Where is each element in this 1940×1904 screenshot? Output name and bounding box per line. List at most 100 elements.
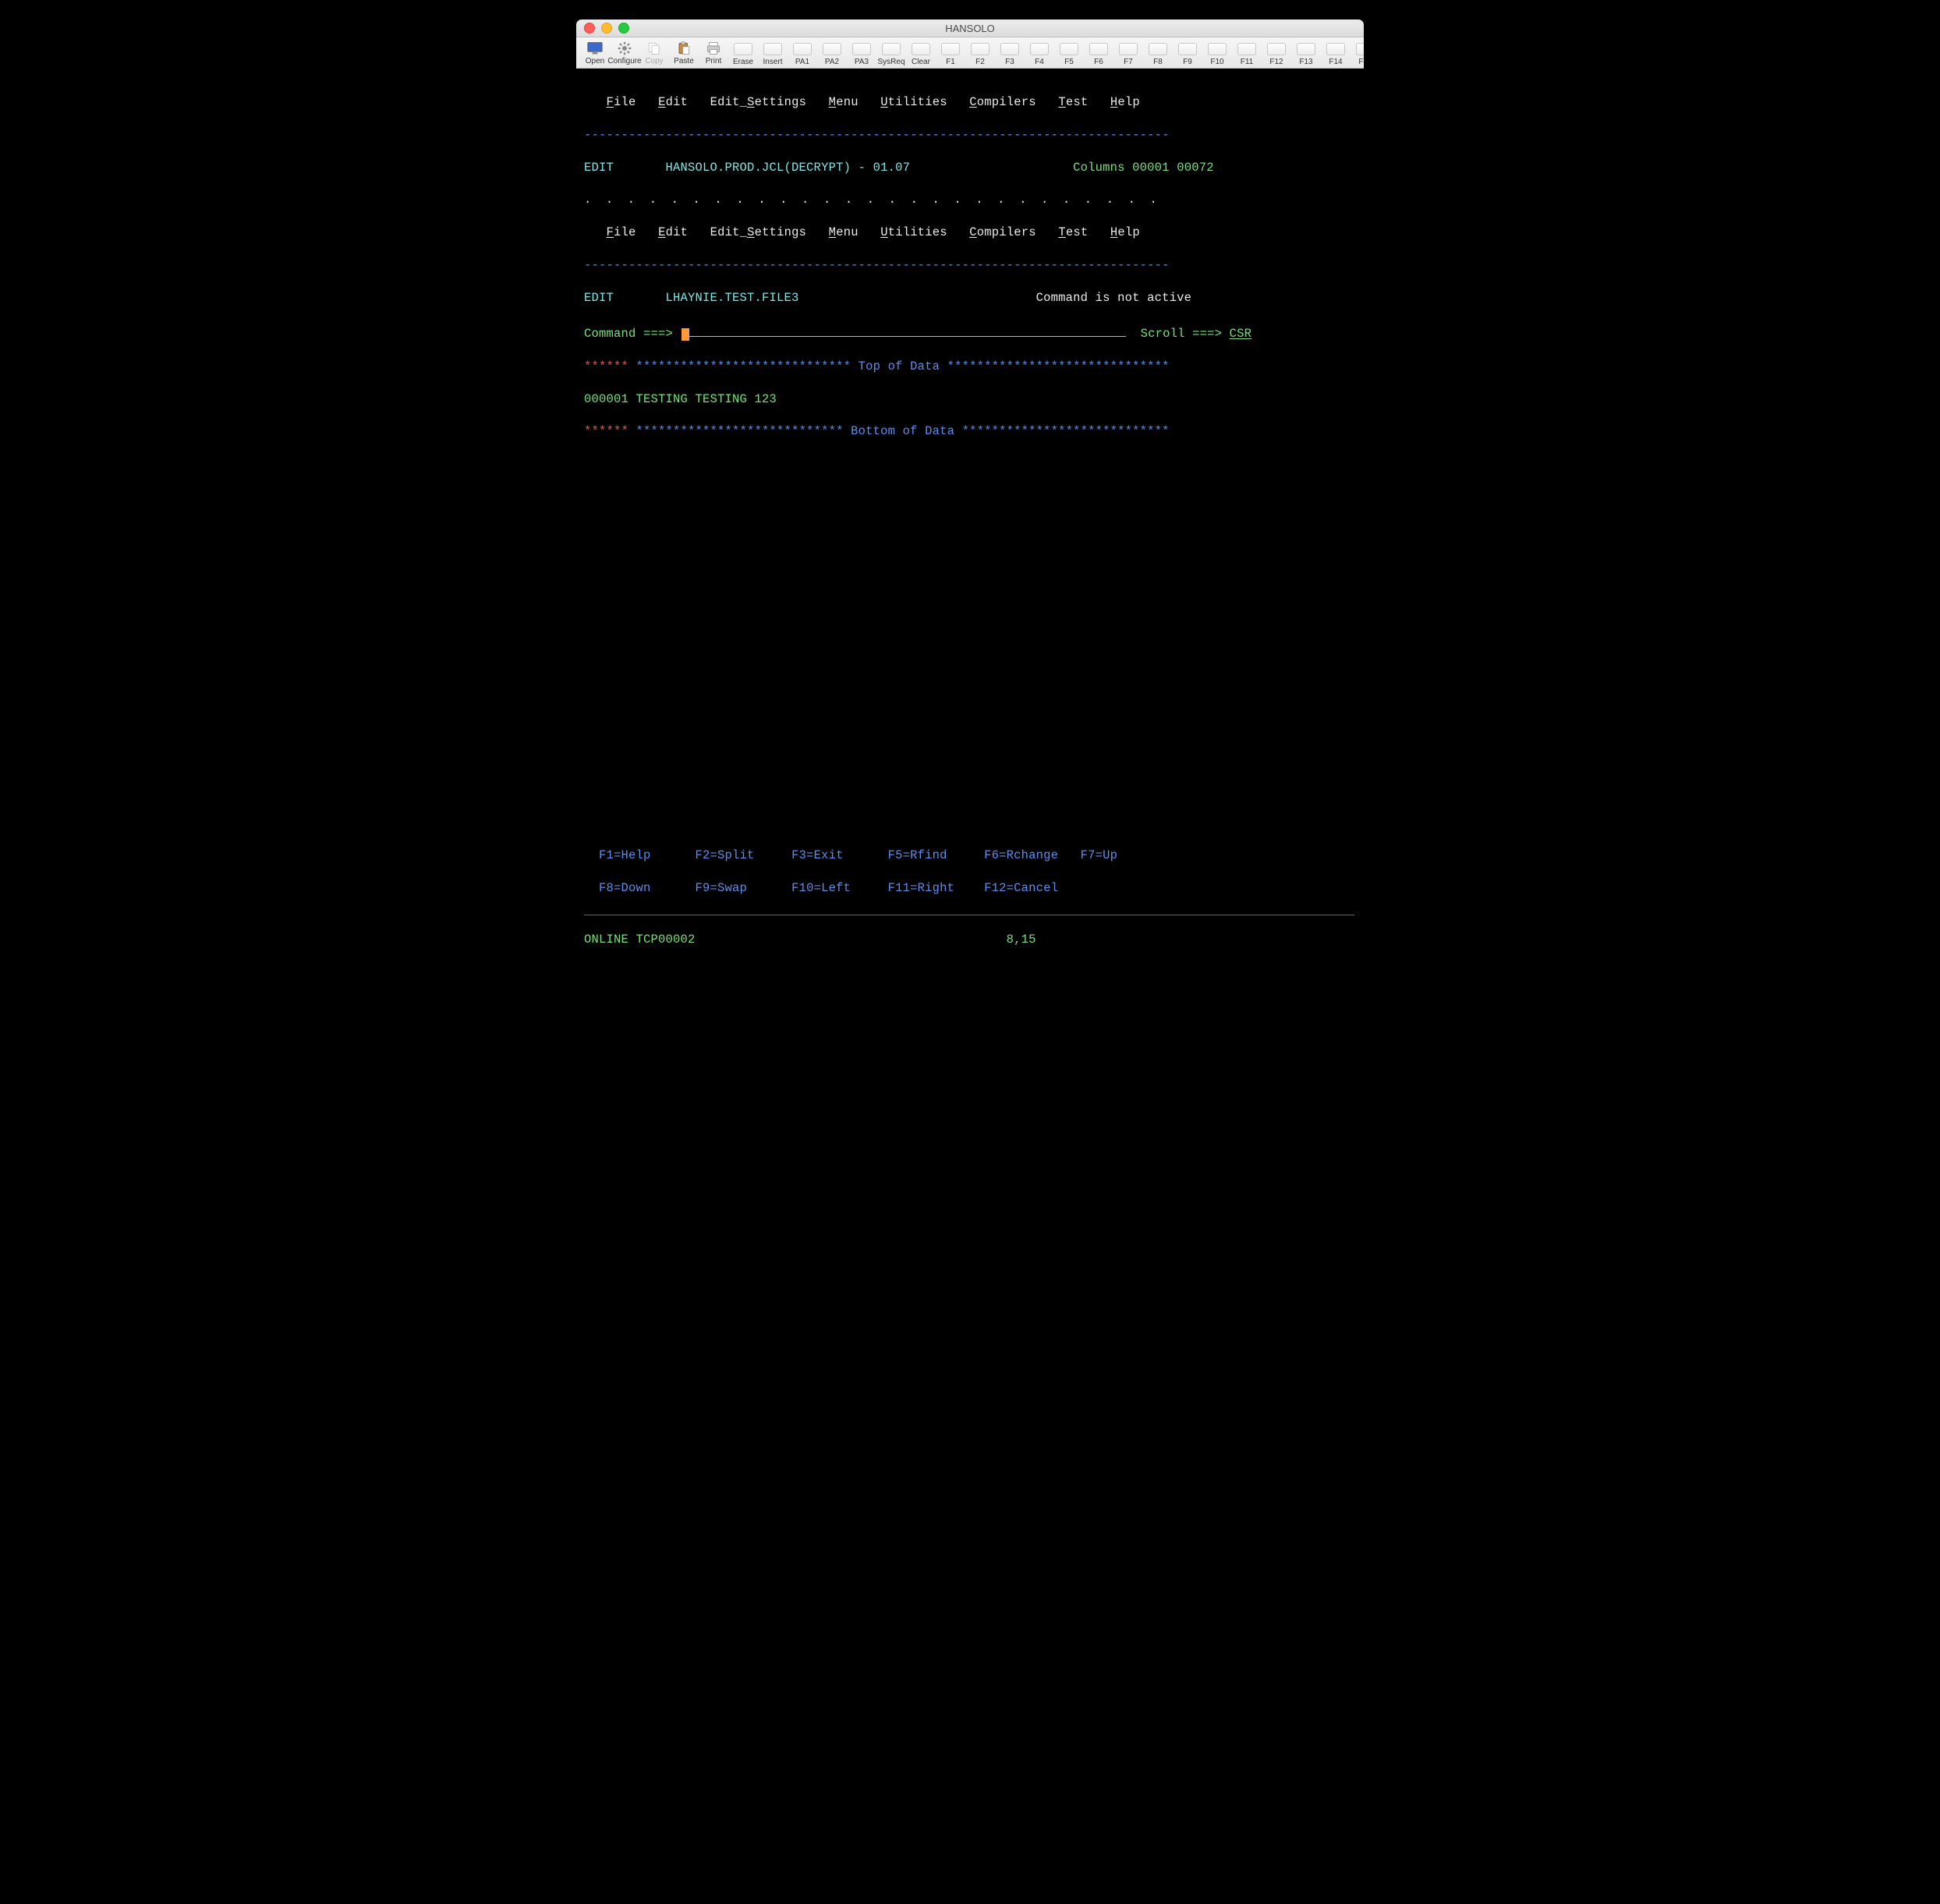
toolbar-f8[interactable]: F8 (1144, 41, 1172, 66)
toolbar-label: F13 (1299, 58, 1312, 66)
toolbar-open[interactable]: Open (581, 41, 609, 65)
titlebar: HANSOLO (576, 19, 1364, 37)
command-input[interactable] (689, 323, 1126, 337)
data-line[interactable]: 000001 TESTING TESTING 123 (584, 391, 1356, 408)
menu-edit_settings[interactable]: Edit_Settings (710, 225, 807, 239)
fkey-row-1: F1=Help F2=Split F3=Exit F5=Rfind F6=Rch… (584, 848, 1356, 864)
menu-help[interactable]: Help (1110, 225, 1140, 239)
menu-edit_settings[interactable]: Edit_Settings (710, 95, 807, 109)
fkey-f10[interactable]: F10=Left (791, 881, 888, 895)
command-line[interactable]: Command ===> Scroll ===> CSR (584, 323, 1356, 342)
blank-button-icon (763, 43, 782, 55)
divider: ----------------------------------------… (584, 257, 1356, 274)
toolbar-pa1[interactable]: PA1 (788, 41, 816, 66)
toolbar-configure[interactable]: Configure (611, 41, 639, 65)
toolbar-label: PA1 (795, 58, 809, 66)
fkey-f2[interactable]: F2=Split (696, 848, 792, 862)
toolbar-f11[interactable]: F11 (1233, 41, 1261, 66)
terminal-screen[interactable]: File Edit Edit_Settings Menu Utilities C… (576, 69, 1364, 995)
blank-button-icon (1267, 43, 1286, 55)
toolbar-pa2[interactable]: PA2 (818, 41, 846, 66)
menu-utilities[interactable]: Utilities (880, 225, 947, 239)
fkey-row-2: F8=Down F9=Swap F10=Left F11=Right F12=C… (584, 880, 1356, 897)
cursor-icon (681, 328, 689, 341)
toolbar-f5[interactable]: F5 (1055, 41, 1083, 66)
bottom-of-data: ****** **************************** Bott… (584, 423, 1356, 440)
toolbar-f13[interactable]: F13 (1292, 41, 1320, 66)
menu-file[interactable]: File (607, 225, 636, 239)
toolbar-f1[interactable]: F1 (936, 41, 965, 66)
toolbar-label: Erase (733, 58, 753, 66)
split-divider: . . . . . . . . . . . . . . . . . . . . … (584, 192, 1356, 208)
toolbar-label: SysReq (878, 58, 905, 66)
scroll-value[interactable]: CSR (1230, 327, 1252, 341)
toolbar-label: PA3 (855, 58, 869, 66)
toolbar-f10[interactable]: F10 (1203, 41, 1231, 66)
toolbar-clear[interactable]: Clear (907, 41, 935, 66)
menu-menu[interactable]: Menu (829, 95, 858, 109)
terminal-window: HANSOLO OpenConfigure Copy Paste Print Erase… (576, 19, 1364, 995)
toolbar-erase[interactable]: Erase (729, 41, 757, 66)
blank-button-icon (1000, 43, 1019, 55)
toolbar-print[interactable]: Print (699, 41, 728, 65)
toolbar-f15[interactable]: F15 (1351, 41, 1364, 66)
toolbar-sysreq[interactable]: SysReq (877, 41, 905, 66)
toolbar-label: F9 (1183, 58, 1192, 66)
toolbar-label: F7 (1124, 58, 1133, 66)
menu-utilities[interactable]: Utilities (880, 95, 947, 109)
toolbar-f9[interactable]: F9 (1174, 41, 1202, 66)
toolbar-label: F4 (1035, 58, 1044, 66)
toolbar-label: F8 (1153, 58, 1163, 66)
ispf-menu-1[interactable]: File Edit Edit_Settings Menu Utilities C… (584, 94, 1356, 111)
toolbar-label: F10 (1210, 58, 1223, 66)
print-icon (705, 41, 722, 56)
toolbar-f4[interactable]: F4 (1025, 41, 1053, 66)
toolbar-f6[interactable]: F6 (1085, 41, 1113, 66)
edit-header-1: EDIT HANSOLO.PROD.JCL(DECRYPT) - 01.07 C… (584, 160, 1356, 176)
zoom-icon[interactable] (618, 23, 629, 34)
toolbar-label: Insert (763, 58, 782, 66)
fkey-f7[interactable]: F7=Up (1081, 848, 1177, 862)
menu-compilers[interactable]: Compilers (969, 225, 1036, 239)
toolbar-label: F3 (1005, 58, 1014, 66)
toolbar-pa3[interactable]: PA3 (848, 41, 876, 66)
menu-edit[interactable]: Edit (658, 95, 688, 109)
toolbar-paste[interactable]: Paste (670, 41, 698, 65)
close-icon[interactable] (584, 23, 595, 34)
toolbar-label: Copy (645, 57, 663, 65)
toolbar-label: Paste (674, 57, 694, 65)
menu-file[interactable]: File (607, 95, 636, 109)
menu-compilers[interactable]: Compilers (969, 95, 1036, 109)
toolbar-insert[interactable]: Insert (759, 41, 787, 66)
fkey-f9[interactable]: F9=Swap (696, 881, 792, 895)
menu-menu[interactable]: Menu (829, 225, 858, 239)
fkey-f8[interactable]: F8=Down (599, 881, 696, 895)
toolbar-f3[interactable]: F3 (996, 41, 1024, 66)
fkey-f6[interactable]: F6=Rchange (984, 848, 1081, 862)
blank-button-icon (941, 43, 960, 55)
blank-button-icon (1060, 43, 1078, 55)
menu-test[interactable]: Test (1058, 95, 1088, 109)
fkey-f1[interactable]: F1=Help (599, 848, 696, 862)
fkey-f12[interactable]: F12=Cancel (984, 881, 1081, 895)
toolbar-label: F15 (1358, 58, 1364, 66)
blank-button-icon (734, 43, 752, 55)
gear-icon (616, 41, 633, 56)
toolbar-f7[interactable]: F7 (1114, 41, 1142, 66)
menu-test[interactable]: Test (1058, 225, 1088, 239)
toolbar-f2[interactable]: F2 (966, 41, 994, 66)
toolbar-copy[interactable]: Copy (640, 41, 668, 65)
toolbar-label: Configure (607, 57, 641, 65)
monitor-icon (586, 41, 604, 56)
fkey-f3[interactable]: F3=Exit (791, 848, 888, 862)
menu-edit[interactable]: Edit (658, 225, 688, 239)
toolbar-f12[interactable]: F12 (1262, 41, 1290, 66)
blank-button-icon (971, 43, 989, 55)
fkey-f11[interactable]: F11=Right (888, 881, 985, 895)
minimize-icon[interactable] (601, 23, 612, 34)
toolbar-f14[interactable]: F14 (1322, 41, 1350, 66)
ispf-menu-2[interactable]: File Edit Edit_Settings Menu Utilities C… (584, 225, 1356, 241)
toolbar-label: F14 (1329, 58, 1342, 66)
menu-help[interactable]: Help (1110, 95, 1140, 109)
fkey-f5[interactable]: F5=Rfind (888, 848, 985, 862)
